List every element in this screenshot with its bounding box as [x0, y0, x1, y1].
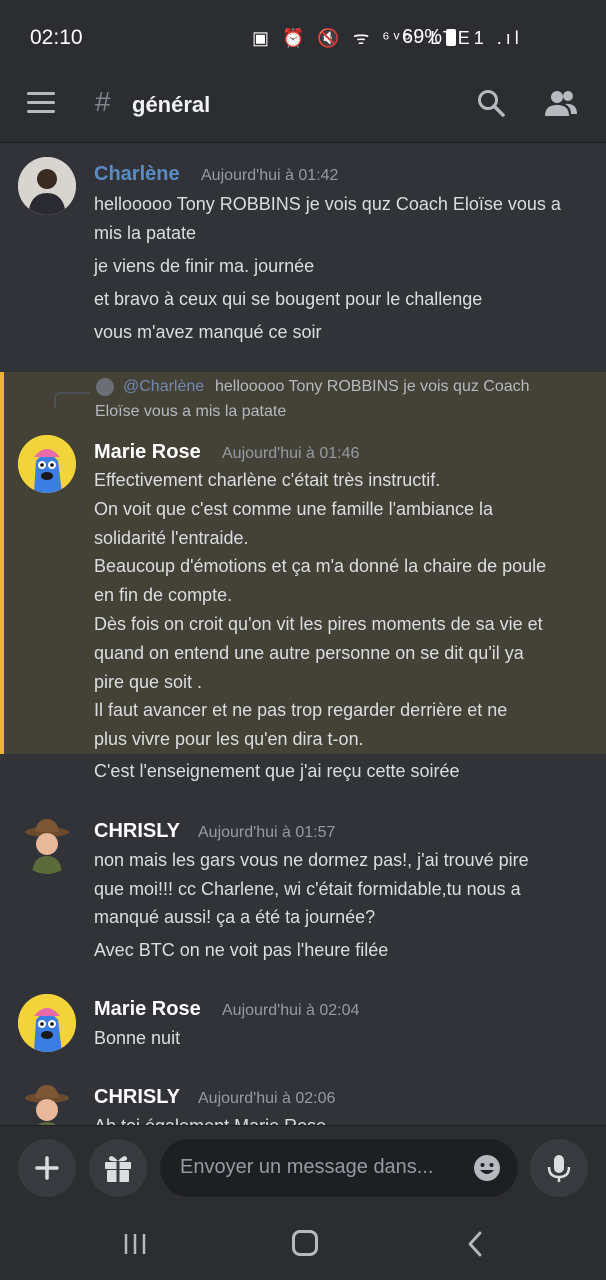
home-icon[interactable] — [292, 1230, 318, 1256]
message-text: Avec BTC on ne voit pas l'heure filée — [94, 940, 389, 960]
gift-button[interactable] — [89, 1139, 147, 1197]
battery-icon — [446, 29, 456, 46]
message-timestamp: Aujourd'hui à 02:06 — [198, 1090, 336, 1107]
message-timestamp: Aujourd'hui à 01:42 — [201, 167, 339, 184]
avatar[interactable] — [18, 157, 76, 215]
battery-level: 69% — [402, 26, 443, 48]
reply-preview-text[interactable]: hellooooo Tony ROBBINS je vois quz Coach — [215, 378, 530, 396]
message-text: Il faut avancer et ne pas trop regarder … — [94, 700, 508, 720]
message-input[interactable]: Envoyer un message dans... — [160, 1139, 518, 1197]
message-text: pire que soit . — [94, 672, 203, 692]
mention-highlight-bar — [0, 372, 4, 754]
highlighted-message[interactable]: @Charlène hellooooo Tony ROBBINS je vois… — [0, 372, 606, 754]
message-text: et bravo à ceux qui se bougent pour le c… — [94, 289, 483, 309]
message-text: Effectivement charlène c'était très inst… — [94, 470, 441, 490]
message-text: solidarité l'entraide. — [94, 528, 249, 548]
message-author[interactable]: CHRISLY — [94, 820, 180, 843]
message-text: quand on entend une autre personne on se… — [94, 643, 524, 663]
message-text: vous m'avez manqué ce soir — [94, 322, 322, 342]
status-icons: ▣ ⏰ 🔇 ᯤ ⁶ᵛᵒˡ LTE1 .ıl — [252, 28, 523, 48]
message-text: C'est l'enseignement que j'ai reçu cette… — [94, 761, 460, 781]
channel-hash-icon: # — [95, 86, 111, 117]
message-composer: Envoyer un message dans... — [0, 1125, 606, 1211]
avatar[interactable] — [18, 435, 76, 493]
emoji-icon[interactable] — [473, 1154, 501, 1182]
recent-apps-icon[interactable] — [122, 1232, 148, 1256]
reply-avatar — [96, 378, 114, 396]
status-time: 02:10 — [30, 26, 83, 49]
avatar[interactable] — [18, 994, 76, 1052]
message-text: Bonne nuit — [94, 1028, 181, 1048]
microphone-icon — [547, 1155, 571, 1182]
channel-header: # général — [0, 70, 606, 143]
members-icon[interactable] — [543, 88, 579, 118]
message-text: On voit que c'est comme une famille l'am… — [94, 499, 494, 519]
message-timestamp: Aujourd'hui à 01:46 — [222, 445, 360, 462]
message-author[interactable]: Marie Rose — [94, 998, 201, 1021]
message-text: mis la patate — [94, 223, 197, 243]
avatar[interactable] — [18, 1082, 76, 1125]
message-text: Ah toi également Marie Rose — [94, 1116, 326, 1125]
gift-icon — [105, 1156, 131, 1182]
reply-mention[interactable]: @Charlène — [123, 378, 204, 396]
message-author[interactable]: CHRISLY — [94, 1086, 180, 1109]
message-timestamp: Aujourd'hui à 02:04 — [222, 1002, 360, 1019]
voice-message-button[interactable] — [530, 1139, 588, 1197]
system-nav-bar — [0, 1210, 606, 1280]
back-icon[interactable] — [464, 1230, 488, 1258]
message-text: plus vivre pour les qu'en dira t-on. — [94, 729, 364, 749]
message-text: Beaucoup d'émotions et ça m'a donné la c… — [94, 556, 547, 576]
message-text: je viens de finir ma. journée — [94, 256, 315, 276]
avatar[interactable] — [18, 816, 76, 874]
message-author[interactable]: Charlène — [94, 163, 180, 186]
status-bar: 02:10 ▣ ⏰ 🔇 ᯤ ⁶ᵛᵒˡ LTE1 .ıl 69% — [0, 0, 606, 70]
message-timestamp: Aujourd'hui à 01:57 — [198, 824, 336, 841]
message-list[interactable]: Charlène Aujourd'hui à 01:42 hellooooo T… — [0, 143, 606, 1125]
message-text: que moi!!! cc Charlene, wi c'était formi… — [94, 879, 521, 899]
search-icon[interactable] — [476, 88, 506, 118]
menu-icon[interactable] — [27, 92, 55, 114]
reply-preview-text[interactable]: Eloïse vous a mis la patate — [95, 403, 286, 421]
channel-name: général — [132, 92, 211, 117]
message-text: en fin de compte. — [94, 585, 233, 605]
message-text: Dès fois on croit qu'on vit les pires mo… — [94, 614, 543, 634]
message-author[interactable]: Marie Rose — [94, 441, 201, 464]
message-text: non mais les gars vous ne dormez pas!, j… — [94, 850, 529, 870]
plus-icon — [35, 1156, 59, 1180]
message-input-placeholder: Envoyer un message dans... — [180, 1156, 434, 1178]
message-text: hellooooo Tony ROBBINS je vois quz Coach… — [94, 194, 561, 214]
add-attachment-button[interactable] — [18, 1139, 76, 1197]
reply-connector — [54, 392, 90, 408]
message-text: manqué aussi! ça a été ta journée? — [94, 907, 376, 927]
